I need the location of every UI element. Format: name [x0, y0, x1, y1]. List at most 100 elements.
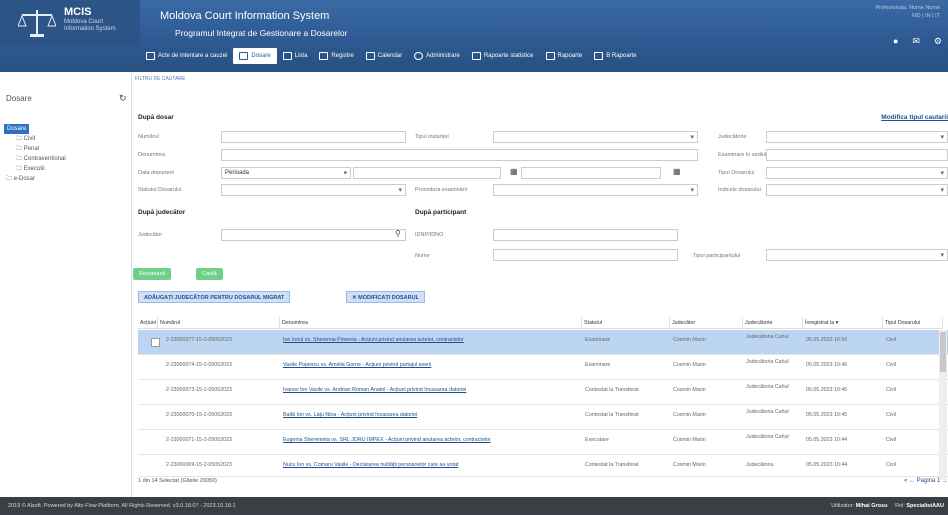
main-content: FILTRU DE CAUTARE După dosar Modifica ti…	[133, 72, 948, 497]
menu-label: Calendar	[377, 53, 403, 59]
refresh-icon[interactable]: ↻	[119, 93, 127, 104]
tree-item-civil[interactable]: 🗀 Civil	[4, 134, 66, 144]
menu-acte[interactable]: Acte de intentare a cauzei	[140, 48, 233, 64]
judecator-search-input[interactable]	[221, 229, 406, 241]
menu-label: Dosare	[251, 53, 271, 59]
judecatorie-label: Judecătorie	[718, 134, 747, 140]
col-tipul-dosarului[interactable]: Tipul Dosarului	[883, 317, 943, 329]
cell-statut: Contestat la Transferat	[585, 412, 639, 418]
scrollbar-thumb[interactable]	[940, 332, 946, 372]
reset-button[interactable]: Resetează	[133, 268, 172, 280]
cell-judecatorie: Judecătoria Cahul	[746, 334, 789, 340]
menu-rapoarte-statistice[interactable]: Rapoarte statistice	[466, 48, 540, 64]
cell-numar: 2-23000070-15-2-05052023	[166, 412, 232, 418]
col-numar[interactable]: Numărul	[158, 317, 280, 329]
search-icon[interactable]: ⚲	[395, 229, 401, 238]
menu-label: Administrare	[426, 53, 460, 59]
procedura-select[interactable]	[493, 184, 698, 196]
tree-item-e-dosar[interactable]: 🗀 e-Dosar	[4, 174, 66, 184]
table-row[interactable]: 2-23000069-15-2-05052023 Nucu Ion vs. Co…	[138, 455, 948, 477]
col-judecatorie[interactable]: Judecătorie	[743, 317, 803, 329]
app-title: Moldova Court Information System	[160, 10, 330, 22]
table-row[interactable]: 2-23000071-15-2-05052023 Eugenia Shereme…	[138, 430, 948, 455]
cell-denumirea-link[interactable]: Baltă Ion vs. Lațu Nina - Acțiuni privin…	[283, 412, 578, 418]
add-judge-label: ADĂUGAȚI JUDECĂTOR PENTRU DOSARUL MIGRAT	[144, 295, 285, 301]
tree-item-executii[interactable]: 🗀 Executii	[4, 164, 66, 174]
cell-denumirea-link[interactable]: Ivanov Ion Vasile vs. Andrian Roman Anat…	[283, 387, 578, 393]
logo-title: MCIS	[64, 6, 92, 18]
cell-numar: 2-23000074-15-2-05052023	[166, 362, 232, 368]
cell-judecator: Cosmin Marin	[673, 462, 706, 468]
main-menu: Acte de intentare a cauzei Dosare Lista …	[140, 46, 948, 66]
add-judge-button[interactable]: ADĂUGAȚI JUDECĂTOR PENTRU DOSARUL MIGRAT	[138, 291, 291, 303]
modify-case-button[interactable]: ✕ MODIFICAȚI DOSARUL	[346, 291, 425, 303]
cell-judecatorie: Judecătoria Cahul	[746, 384, 789, 390]
judecatorie-select[interactable]	[766, 131, 948, 143]
cell-denumirea-link[interactable]: Vasile Popescu vs. Amelia Gorne - Acțiun…	[283, 362, 578, 368]
col-denumirea[interactable]: Denumirea	[280, 317, 582, 329]
pagination[interactable]: « ← Pagina 1 →	[904, 478, 948, 484]
idnp-input[interactable]	[493, 229, 678, 241]
cell-tip: Civil	[886, 362, 897, 368]
cell-denumirea-link[interactable]: Ion Ionul vs. Sheremia Pimenta - Acțiuni…	[283, 337, 578, 343]
date-to-input[interactable]	[521, 167, 661, 179]
scales-icon	[18, 10, 56, 37]
calendar-icon[interactable]: ▦	[673, 167, 681, 176]
cell-statut: Contestat la Transferat	[585, 387, 639, 393]
menu-b-rapoarte[interactable]: B Rapoarte	[588, 48, 642, 64]
indicele-select[interactable]	[766, 184, 948, 196]
calendar-icon[interactable]: ▦	[510, 167, 518, 176]
data-period-value: Perioada	[225, 170, 250, 176]
calendar-icon	[365, 52, 375, 60]
procedura-label: Procedura examinării	[415, 187, 467, 193]
cell-data: 05.05.2023 10:44	[806, 462, 848, 468]
date-from-input[interactable]	[353, 167, 501, 179]
folder-tree: Dosare 🗀 Civil 🗀 Penal 🗀 Contraventional…	[4, 124, 66, 184]
chart-icon	[471, 52, 481, 60]
col-judecator[interactable]: Judecător	[670, 317, 743, 329]
logo[interactable]: MCIS Moldova Court Information System	[0, 0, 140, 46]
cell-numar: 2-23000069-15-2-05052023	[166, 462, 232, 468]
col-inregistrat[interactable]: Înregistrat la ▾	[803, 317, 883, 329]
table-scrollbar[interactable]	[939, 330, 947, 480]
menu-lista[interactable]: Lista	[277, 48, 314, 64]
tipul-participantului-select[interactable]	[766, 249, 948, 261]
tree-root-dosare[interactable]: Dosare	[4, 124, 66, 134]
menu-dosare[interactable]: Dosare	[233, 48, 277, 64]
modify-search-link[interactable]: Modifica tipul cautarii	[881, 114, 948, 121]
tree-item-penal[interactable]: 🗀 Penal	[4, 144, 66, 154]
menu-registre[interactable]: Registre	[313, 48, 359, 64]
menu-calendar[interactable]: Calendar	[360, 48, 408, 64]
cell-judecator: Cosmin Marin	[673, 412, 706, 418]
language-switch[interactable]: MD | IN | IT	[875, 12, 940, 20]
search-button[interactable]: Caută	[196, 268, 223, 280]
examinare-input[interactable]	[766, 149, 948, 161]
table-row[interactable]: 2-23000077-15-2-05052023 Ion Ionul vs. S…	[138, 330, 948, 355]
col-statutul[interactable]: Statutul	[582, 317, 670, 329]
cell-denumirea-link[interactable]: Nucu Ion vs. Cotnaru Vasile - Declararea…	[283, 462, 578, 468]
row-checkbox[interactable]	[151, 338, 160, 347]
table-row[interactable]: 2-23000073-15-2-05052023 Ivanov Ion Vasi…	[138, 380, 948, 405]
cell-numar: 2-23000073-15-2-05052023	[166, 387, 232, 393]
cell-denumirea-link[interactable]: Eugenia Sheremeta vs. SRL JORU IMPEX - A…	[283, 437, 578, 443]
table-row[interactable]: 2-23000074-15-2-05052023 Vasile Popescu …	[138, 355, 948, 380]
table-row[interactable]: 2-23000070-15-2-05052023 Baltă Ion vs. L…	[138, 405, 948, 430]
modify-case-label: MODIFICAȚI DOSARUL	[358, 295, 419, 301]
menu-rapoarte[interactable]: Rapoarte	[540, 48, 589, 64]
tipul-instantei-select[interactable]	[493, 131, 698, 143]
cell-data: 05.05.2023 10:45	[806, 387, 848, 393]
cell-numar: 2-23000077-15-2-05052023	[166, 337, 232, 343]
app-header: MCIS Moldova Court Information System Mo…	[0, 0, 948, 72]
menu-administrare[interactable]: Administrare	[408, 48, 466, 64]
statutul-select[interactable]	[221, 184, 406, 196]
sidebar: Dosare ↻ Dosare 🗀 Civil 🗀 Penal 🗀 Contra…	[0, 72, 132, 497]
cell-data: 05.05.2023 10:45	[806, 412, 848, 418]
tree-item-contraventional[interactable]: 🗀 Contraventional	[4, 154, 66, 164]
breadcrumb: FILTRU DE CAUTARE	[135, 76, 186, 82]
cell-statut: Examinare	[585, 362, 611, 368]
nume-input[interactable]	[493, 249, 678, 261]
denumirea-input[interactable]	[221, 149, 698, 161]
data-period-select[interactable]: Perioada	[221, 167, 351, 179]
numar-input[interactable]	[221, 131, 406, 143]
tipul-dosarului-select[interactable]	[766, 167, 948, 179]
